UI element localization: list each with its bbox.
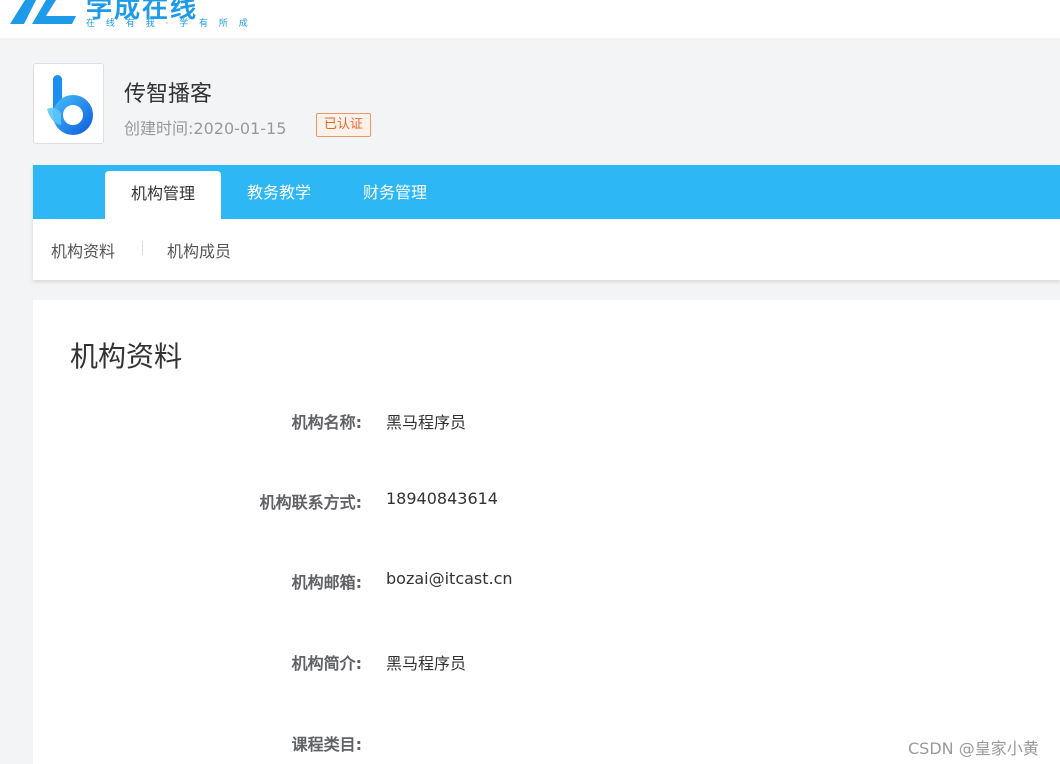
main-tab-bar: 机构管理 教务教学 财务管理 (33, 165, 1060, 219)
organization-name: 传智播客 (124, 82, 213, 107)
certified-badge: 已认证 (316, 113, 372, 137)
field-intro: 机构简介: 黑马程序员 (33, 650, 1060, 674)
field-label: 课程类目: (291, 735, 362, 754)
field-value: bozai@itcast.cn (386, 569, 513, 588)
organization-logo (33, 63, 104, 144)
field-value: 18940843614 (386, 489, 498, 508)
field-label: 机构邮箱: (291, 573, 362, 592)
subtab-divider (142, 241, 143, 255)
brand-logo-icon[interactable] (6, 0, 80, 26)
tab-teaching[interactable]: 教务教学 (233, 165, 325, 219)
created-date-value: 2020-01-15 (193, 119, 287, 138)
brand-slogan: 在 线 有 我 · 学 有 所 成 (86, 19, 252, 29)
field-label: 机构联系方式: (259, 493, 362, 512)
field-label: 机构简介: (291, 654, 362, 673)
sub-tab-bar: 机构资料 机构成员 (33, 219, 1060, 280)
tab-org-management[interactable]: 机构管理 (105, 171, 221, 219)
field-label: 机构名称: (291, 413, 362, 432)
field-value: 黑马程序员 (386, 413, 467, 432)
csdn-watermark: CSDN @皇家小黄 (908, 739, 1039, 758)
org-b-logo-icon (46, 74, 93, 135)
created-label: 创建时间: (124, 119, 194, 138)
section-title: 机构资料 (70, 340, 183, 373)
field-course-category: 课程类目: (33, 731, 1060, 755)
field-email: 机构邮箱: bozai@itcast.cn (33, 569, 1060, 593)
navigation-panel: 机构管理 教务教学 财务管理 机构资料 机构成员 (33, 165, 1060, 280)
created-date: 创建时间:2020-01-15 (124, 115, 286, 139)
content-panel: 机构资料 机构名称: 黑马程序员 机构联系方式: 18940843614 机构邮… (33, 300, 1060, 764)
top-header: 学成在线 在 线 有 我 · 学 有 所 成 (0, 0, 1060, 38)
field-value: 黑马程序员 (386, 654, 467, 673)
field-org-name: 机构名称: 黑马程序员 (33, 409, 1060, 433)
tab-finance[interactable]: 财务管理 (349, 165, 441, 219)
field-contact: 机构联系方式: 18940843614 (33, 489, 1060, 513)
subtab-org-profile[interactable]: 机构资料 (51, 238, 115, 262)
subtab-org-members[interactable]: 机构成员 (167, 238, 231, 262)
